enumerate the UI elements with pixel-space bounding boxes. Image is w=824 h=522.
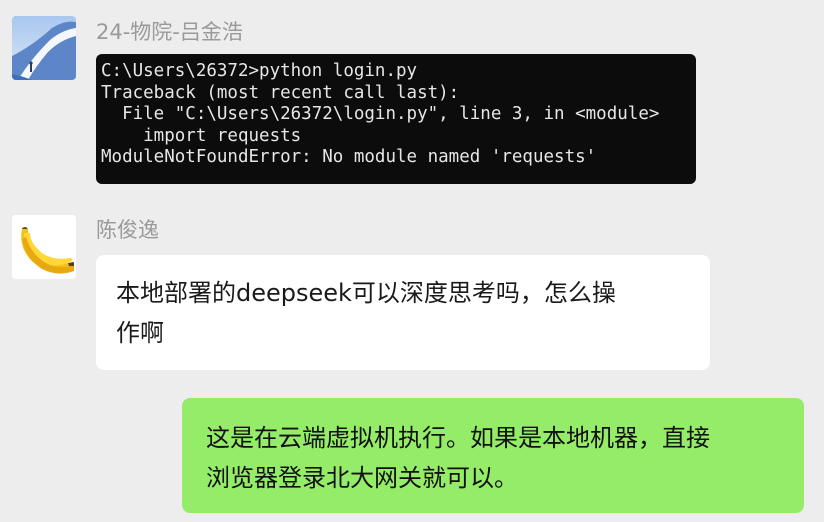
- message-text: 本地部署的deepseek可以深度思考吗，怎么操: [116, 279, 616, 307]
- terminal-line: File "C:\Users\26372\login.py", line 3, …: [101, 104, 660, 124]
- message-bubble[interactable]: 本地部署的deepseek可以深度思考吗，怎么操 作啊: [96, 255, 710, 370]
- terminal-line: C:\Users\26372>python login.py: [101, 61, 418, 81]
- sender-name: 24-物院-吕金浩: [96, 20, 243, 44]
- message-text: 浏览器登录北大网关就可以。: [206, 464, 518, 492]
- terminal-line: ModuleNotFoundError: No module named 're…: [101, 147, 597, 167]
- chat-window: 24-物院-吕金浩 C:\Users\26372>python login.py…: [0, 0, 824, 522]
- terminal-output: C:\Users\26372>python login.py Traceback…: [101, 61, 659, 169]
- avatar[interactable]: [12, 16, 76, 80]
- landscape-avatar-icon: [12, 16, 76, 80]
- avatar[interactable]: [12, 215, 76, 279]
- sender-name: 陈俊逸: [96, 218, 159, 242]
- image-message[interactable]: C:\Users\26372>python login.py Traceback…: [96, 54, 696, 184]
- message-text: 作啊: [116, 319, 164, 347]
- outgoing-message-bubble[interactable]: 这是在云端虚拟机执行。如果是本地机器，直接 浏览器登录北大网关就可以。: [182, 398, 804, 513]
- terminal-line: Traceback (most recent call last):: [101, 82, 460, 103]
- terminal-line: import requests: [101, 125, 302, 146]
- banana-avatar-icon: [12, 215, 76, 279]
- message-text: 这是在云端虚拟机执行。如果是本地机器，直接: [206, 424, 710, 452]
